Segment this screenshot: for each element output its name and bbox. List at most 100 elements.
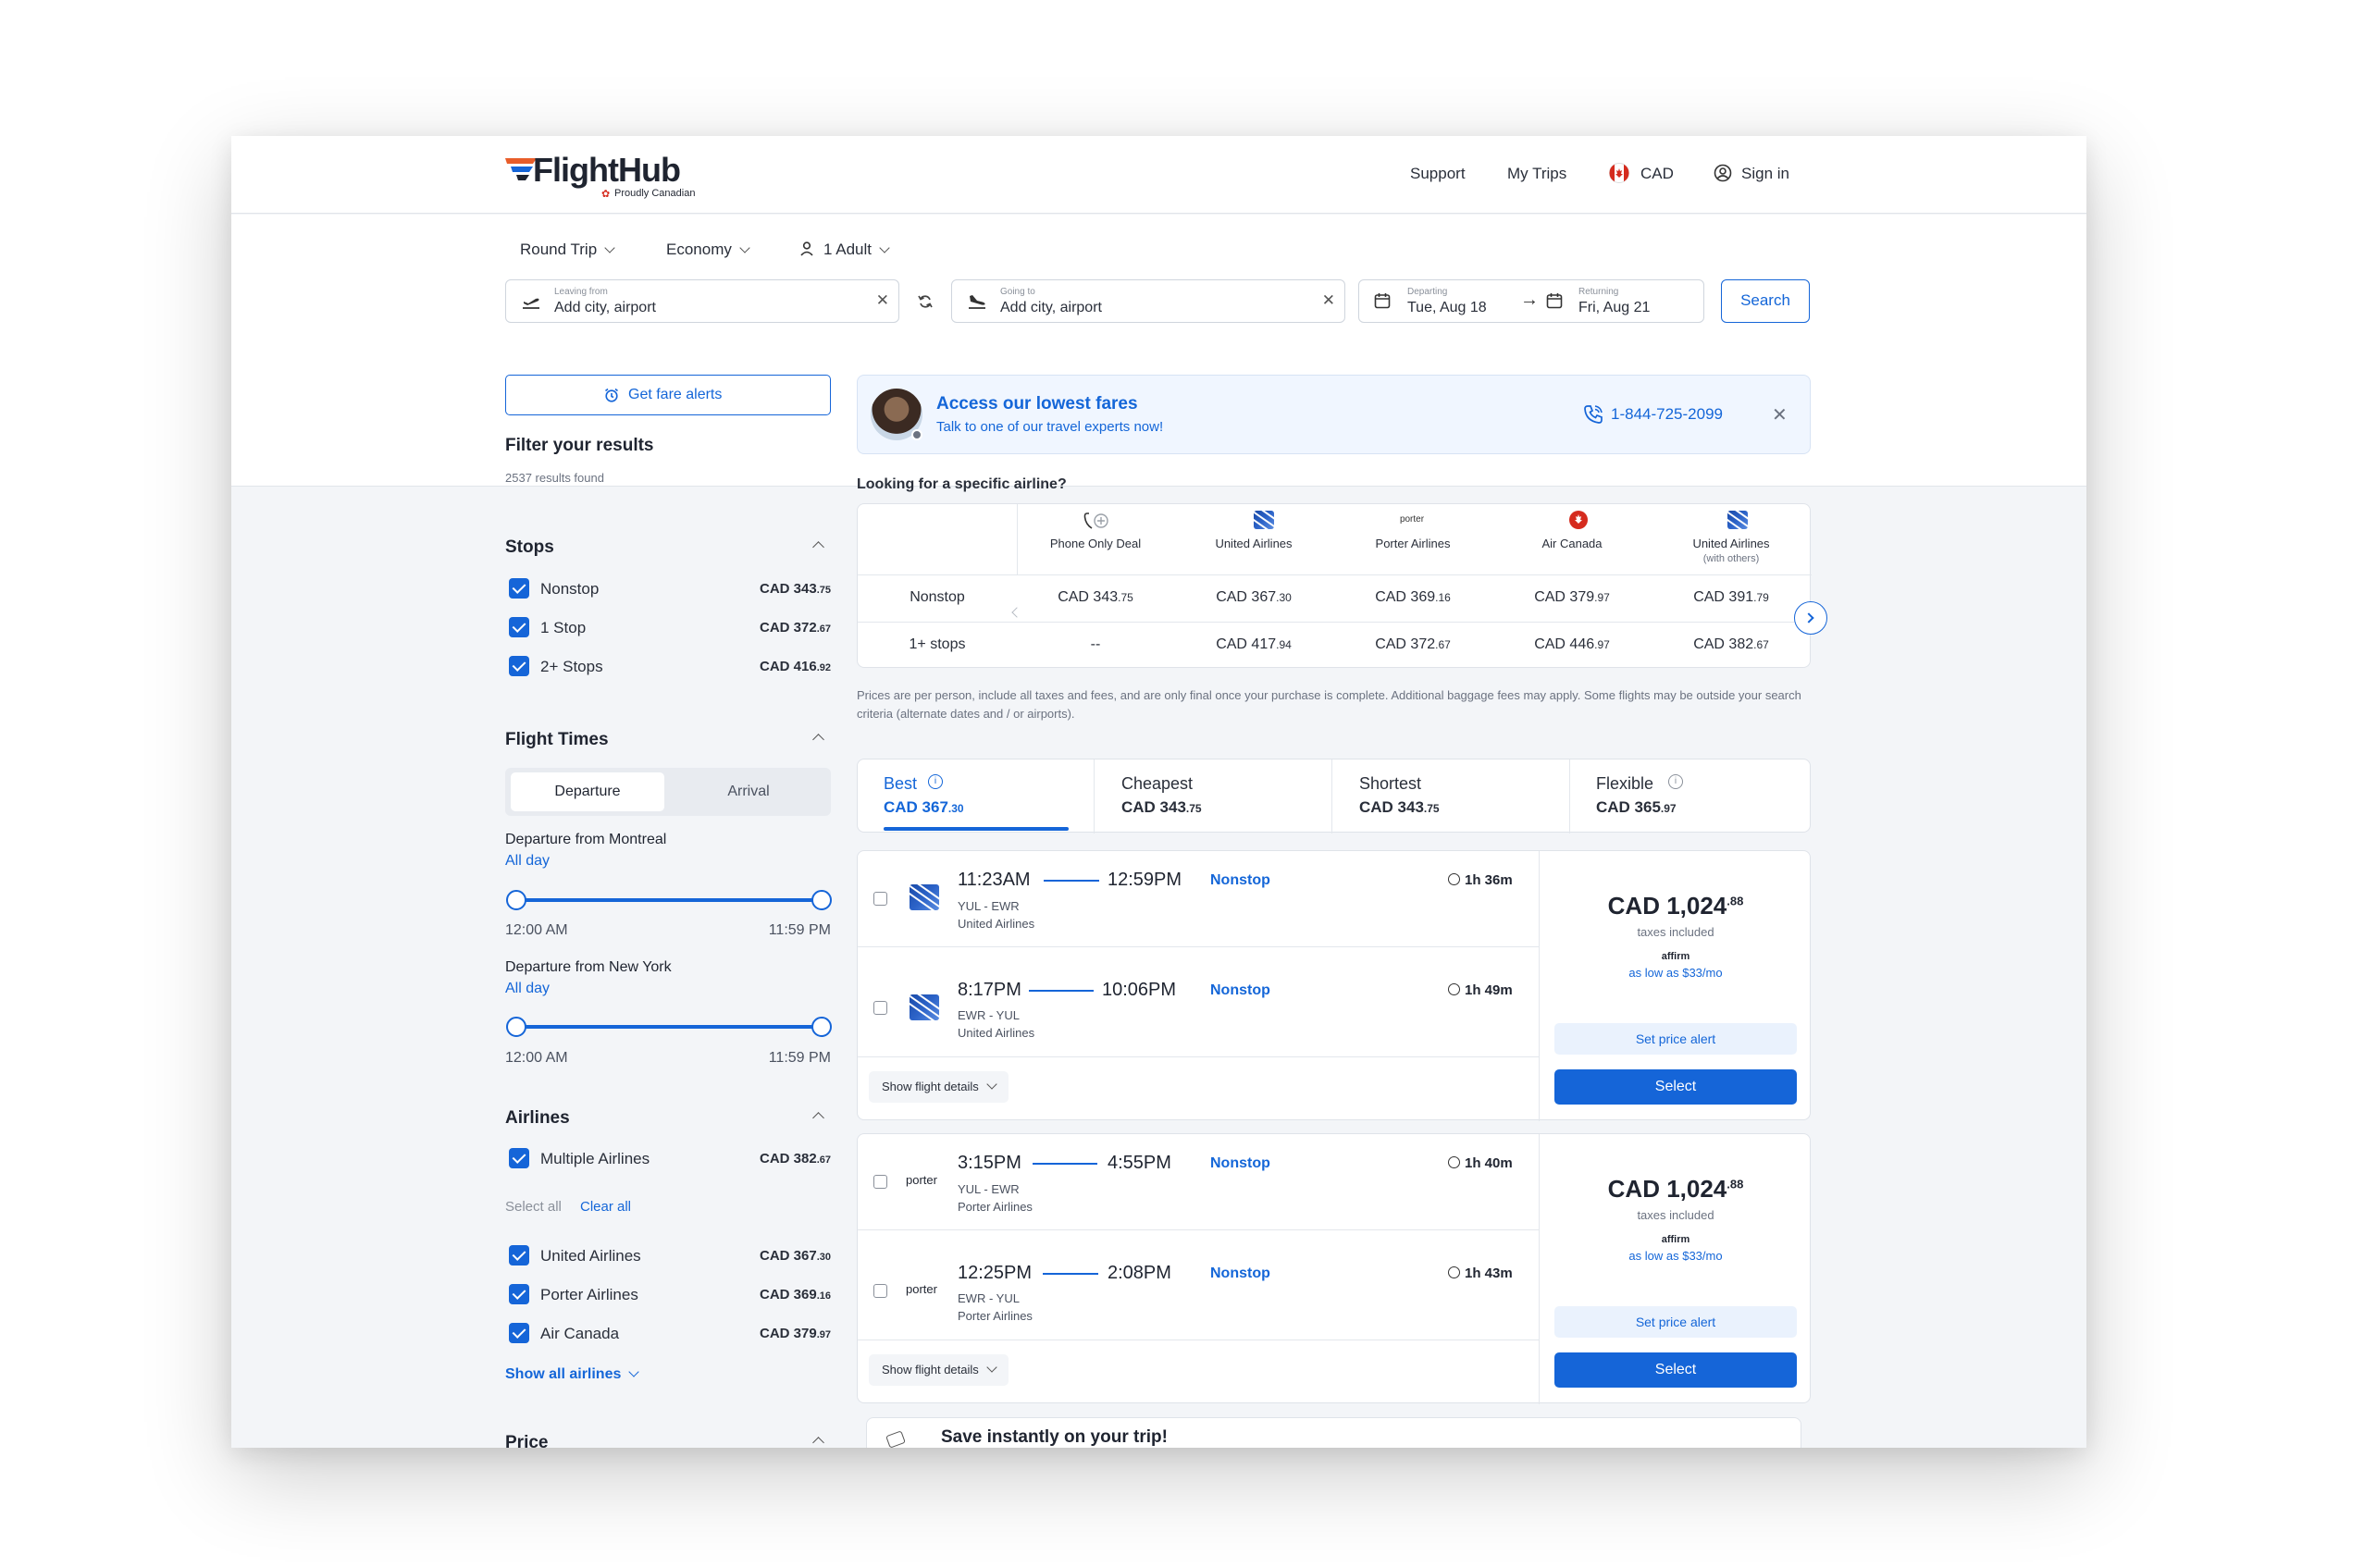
departure-time: 3:15PM [958,1153,1021,1173]
tab-arrival[interactable]: Arrival [672,772,825,811]
checkbox-checked[interactable] [509,1245,529,1266]
chevron-up-icon[interactable] [812,1112,824,1124]
matrix-cell[interactable]: CAD 379.97 [1492,589,1652,606]
nav-my-trips[interactable]: My Trips [1507,165,1566,183]
slider-handle-max[interactable] [811,1017,832,1037]
calendar-icon [1546,293,1563,309]
sort-tab-shortest[interactable]: Shortest CAD 343.75 [1332,759,1570,833]
select-flight-button[interactable]: Select [1554,1352,1797,1388]
matrix-cell[interactable]: CAD 369.16 [1333,589,1492,606]
search-button[interactable]: Search [1721,279,1810,323]
matrix-col-air-canada[interactable]: Air Canada [1492,537,1652,550]
chevron-down-icon [986,1362,997,1373]
matrix-cell[interactable]: CAD 382.67 [1652,636,1811,653]
filter-option-nonstop[interactable]: Nonstop CAD 343.75 [505,578,831,602]
set-price-alert-button[interactable]: Set price alert [1554,1306,1797,1338]
sort-price: CAD 365.97 [1596,798,1677,816]
matrix-col-united[interactable]: United Airlines [1174,537,1333,550]
sort-price: CAD 343.75 [1121,798,1202,816]
matrix-cell[interactable]: CAD 343.75 [1017,589,1174,606]
sort-tab-cheapest[interactable]: Cheapest CAD 343.75 [1095,759,1332,833]
filter-title: Filter your results [505,436,654,455]
slider-handle-min[interactable] [506,890,526,910]
fare-alerts-button[interactable]: Get fare alerts [505,375,831,415]
filter-option-2-stops[interactable]: 2+ Stops CAD 416.92 [505,656,831,680]
affirm-monthly-link[interactable]: as low as $33/mo [1540,966,1812,980]
leg-checkbox[interactable] [873,1284,887,1298]
checkbox-checked[interactable] [509,1284,529,1304]
filter-option-air-canada[interactable]: Air Canada CAD 379.97 [505,1323,831,1347]
show-all-airlines-link[interactable]: Show all airlines [505,1366,640,1383]
taxes-note: taxes included [1637,925,1714,939]
going-to-input[interactable]: Add city, airport [1000,300,1102,316]
slider-handle-max[interactable] [811,890,832,910]
price-disclaimer: Prices are per person, include all taxes… [857,688,1801,721]
clear-icon[interactable]: ✕ [876,291,889,310]
online-status-dot [911,429,922,440]
cabin-select[interactable]: Economy [666,241,750,259]
affirm-monthly-link[interactable]: as low as $33/mo [1540,1249,1812,1263]
leaving-from-field[interactable]: Leaving from Add city, airport ✕ [505,279,899,323]
returning-value[interactable]: Fri, Aug 21 [1578,300,1650,316]
show-flight-details-button[interactable]: Show flight details [869,1071,1009,1103]
matrix-cell[interactable]: CAD 446.97 [1492,636,1652,653]
sort-price: CAD 367.30 [884,798,964,816]
checkbox-checked[interactable] [509,578,529,599]
filter-option-united[interactable]: United Airlines CAD 367.30 [505,1245,831,1269]
clear-all-link[interactable]: Clear all [580,1199,631,1215]
leg-checkbox[interactable] [873,1001,887,1015]
close-icon[interactable]: ✕ [1772,403,1788,426]
matrix-col-phone-deal[interactable]: Phone Only Deal [1017,537,1174,550]
dates-field[interactable]: Departing Tue, Aug 18 → Returning Fri, A… [1358,279,1704,323]
set-price-alert-button[interactable]: Set price alert [1554,1023,1797,1055]
route: YUL - EWR [958,1182,1020,1196]
checkbox-checked[interactable] [509,1323,529,1343]
logo[interactable]: FlightHub ✿ Proudly Canadian [505,151,699,203]
matrix-col-united-others[interactable]: United Airlines [1652,537,1811,550]
checkbox-checked[interactable] [509,617,529,637]
leaving-from-input[interactable]: Add city, airport [554,300,656,316]
chevron-up-icon[interactable] [812,1437,824,1448]
matrix-cell[interactable]: -- [1017,636,1174,653]
select-all-link[interactable]: Select all [505,1199,562,1215]
leg-checkbox[interactable] [873,1175,887,1189]
chevron-up-icon[interactable] [812,734,824,746]
matrix-next-button[interactable] [1794,601,1827,635]
show-flight-details-button[interactable]: Show flight details [869,1354,1009,1386]
matrix-cell[interactable]: CAD 372.67 [1333,636,1492,653]
trip-type-select[interactable]: Round Trip [520,241,615,259]
filter-option-multiple-airlines[interactable]: Multiple Airlines CAD 382.67 [505,1148,831,1172]
clock-icon [1448,1266,1460,1278]
promo-phone[interactable]: 1-844-725-2099 [1611,405,1723,424]
chevron-down-icon [879,242,890,253]
tab-departure[interactable]: Departure [511,772,664,811]
leg-checkbox[interactable] [873,892,887,906]
sort-tab-flexible[interactable]: Flexible i CAD 365.97 [1570,759,1810,833]
filter-option-1-stop[interactable]: 1 Stop CAD 372.67 [505,617,831,641]
swap-icon[interactable] [917,293,934,310]
info-icon: i [928,774,943,789]
matrix-cell[interactable]: CAD 367.30 [1174,589,1333,606]
slider-handle-min[interactable] [506,1017,526,1037]
departing-value[interactable]: Tue, Aug 18 [1407,300,1487,316]
matrix-cell[interactable]: CAD 417.94 [1174,636,1333,653]
clock-icon [1448,1156,1460,1168]
sort-tab-best[interactable]: Best i CAD 367.30 [858,759,1095,833]
clear-icon[interactable]: ✕ [1322,291,1335,310]
range-max-label: 11:59 PM [768,922,831,938]
checkbox-checked[interactable] [509,656,529,676]
trip-type-value: Round Trip [520,241,598,258]
going-to-field[interactable]: Going to Add city, airport ✕ [951,279,1345,323]
filter-option-porter[interactable]: Porter Airlines CAD 369.16 [505,1284,831,1308]
landing-icon [969,295,985,309]
select-flight-button[interactable]: Select [1554,1069,1797,1105]
checkbox-checked[interactable] [509,1148,529,1168]
chevron-up-icon[interactable] [812,541,824,553]
passenger-select[interactable]: 1 Adult [799,241,890,259]
chevron-left-icon[interactable] [1011,607,1022,618]
matrix-col-porter[interactable]: Porter Airlines [1333,537,1492,550]
nav-sign-in[interactable]: Sign in [1714,163,1806,183]
range-min-label: 12:00 AM [505,922,568,938]
nav-support[interactable]: Support [1410,165,1466,183]
matrix-cell[interactable]: CAD 391.79 [1652,589,1811,606]
